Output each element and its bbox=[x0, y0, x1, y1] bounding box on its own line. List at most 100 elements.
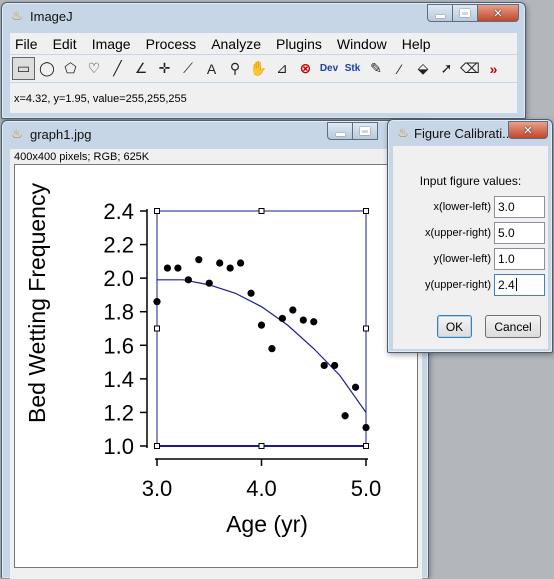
input-value: 3.0 bbox=[498, 200, 515, 214]
calibration-dialog: ♨ Figure Calibrati... ✕ Input figure val… bbox=[387, 119, 553, 353]
data-point bbox=[226, 264, 234, 272]
menu-file[interactable]: File bbox=[15, 36, 38, 52]
calibration-row: y(upper-right) 2.4 bbox=[393, 274, 548, 296]
freehand-tool-icon[interactable]: ♡ bbox=[83, 57, 106, 80]
close-icon: ✕ bbox=[493, 7, 503, 20]
menu-process[interactable]: Process bbox=[146, 36, 197, 52]
menu-analyze[interactable]: Analyze bbox=[211, 36, 261, 52]
y-tick-label: 2.2 bbox=[103, 233, 134, 258]
selection-handle bbox=[363, 443, 369, 449]
maximize-button[interactable] bbox=[452, 4, 478, 22]
maximize-button[interactable] bbox=[352, 122, 378, 140]
calibration-input[interactable]: 3.0 bbox=[494, 196, 545, 218]
calibration-input[interactable]: 5.0 bbox=[494, 222, 545, 244]
menu-help[interactable]: Help bbox=[402, 36, 431, 52]
selection-handle bbox=[154, 208, 160, 214]
y-axis-label: Bed Wetting Frequency bbox=[24, 183, 50, 423]
calibration-row: x(lower-left) 3.0 bbox=[393, 196, 548, 218]
data-point bbox=[289, 306, 297, 314]
image-titlebar[interactable]: ♨ graph1.jpg bbox=[2, 121, 428, 147]
image-canvas[interactable]: Bed Wetting Frequency Age (yr) 1.0 1.2 1.4… bbox=[14, 164, 418, 568]
minimize-button[interactable] bbox=[427, 4, 453, 22]
data-point bbox=[331, 361, 339, 370]
menu-edit[interactable]: Edit bbox=[53, 36, 77, 52]
calibration-input[interactable]: 2.4 bbox=[494, 274, 545, 296]
selection-handle bbox=[154, 443, 160, 449]
data-point bbox=[351, 383, 360, 391]
data-point bbox=[237, 259, 245, 267]
data-point bbox=[184, 276, 192, 284]
data-point bbox=[205, 279, 213, 287]
data-point bbox=[247, 289, 255, 297]
window-title: ImageJ bbox=[30, 9, 73, 24]
y-tick-label: 1.0 bbox=[103, 434, 134, 459]
toolbar: ▭ ◯ ⬠ ♡ ╱ ∠ ✛ ⟋ A ⚲ ✋ ⊿ ⊗ Dev Stk ✎ ⁄ ⬙ ➚ ⌫» bbox=[10, 55, 517, 82]
maximize-icon bbox=[460, 9, 470, 17]
eraser-tool-icon[interactable]: ⌫ bbox=[459, 57, 482, 80]
polygon-tool-icon[interactable]: ⬠ bbox=[59, 57, 82, 80]
data-point bbox=[278, 314, 286, 323]
hand-tool-icon[interactable]: ✋ bbox=[247, 57, 270, 80]
y-tick-label: 2.4 bbox=[103, 199, 134, 224]
data-point bbox=[195, 256, 203, 264]
graph-image: Bed Wetting Frequency Age (yr) 1.0 1.2 1.4… bbox=[24, 183, 382, 537]
calibration-input[interactable]: 1.0 bbox=[494, 248, 545, 270]
selection-handle bbox=[363, 208, 369, 214]
image-window: ♨ graph1.jpg 400x400 pixels; RGB; 625K B… bbox=[1, 120, 429, 579]
oval-tool-icon[interactable]: ◯ bbox=[36, 57, 59, 80]
y-tick-label: 1.6 bbox=[103, 333, 134, 358]
selection-handle bbox=[363, 325, 369, 332]
input-value: 2.4 bbox=[498, 278, 515, 292]
fit-curve bbox=[157, 279, 367, 413]
imagej-logo-icon: ♨ bbox=[397, 125, 409, 140]
dropper-tool-icon[interactable]: ⊿ bbox=[271, 57, 294, 80]
brush-tool-icon[interactable]: ⁄ bbox=[388, 57, 411, 80]
minimize-button[interactable] bbox=[327, 122, 353, 140]
dialog-heading: Input figure values: bbox=[419, 174, 522, 188]
status-bar: x=4.32, y=1.95, value=255,255,255 bbox=[10, 83, 517, 113]
field-label: y(upper-right) bbox=[424, 279, 491, 291]
data-point bbox=[341, 412, 349, 420]
y-tick-label: 1.2 bbox=[103, 400, 134, 425]
dev-tool-icon[interactable]: Dev bbox=[318, 57, 341, 80]
calibration-row: y(lower-left) 1.0 bbox=[393, 248, 548, 270]
data-point bbox=[153, 298, 161, 306]
data-point bbox=[216, 259, 224, 267]
data-point bbox=[163, 264, 172, 272]
menu-image[interactable]: Image bbox=[92, 36, 131, 52]
cancel-button[interactable]: Cancel bbox=[485, 315, 541, 338]
arrow-tool-icon[interactable]: ➚ bbox=[435, 57, 458, 80]
angle-tool-icon[interactable]: ∠ bbox=[130, 57, 153, 80]
dialog-close-button[interactable]: ✕ bbox=[508, 121, 548, 139]
input-value: 1.0 bbox=[498, 252, 515, 266]
dialog-body: Input figure values: x(lower-left) 3.0 x(u… bbox=[393, 146, 548, 349]
imagej-window: ♨ ImageJ ✕ File Edit Image Process Analyze Pl… bbox=[1, 2, 526, 119]
data-point bbox=[299, 316, 307, 324]
wand-tool-icon[interactable]: ⟋ bbox=[177, 57, 200, 80]
data-point bbox=[310, 318, 318, 326]
text-tool-icon[interactable]: A bbox=[200, 57, 223, 80]
x-axis-label: Age (yr) bbox=[226, 511, 308, 537]
line-tool-icon[interactable]: ╱ bbox=[106, 57, 129, 80]
imagej-titlebar[interactable]: ♨ ImageJ ✕ bbox=[2, 3, 525, 29]
image-info: 400x400 pixels; RGB; 625K bbox=[14, 151, 150, 163]
magnifier-tool-icon[interactable]: ⚲ bbox=[224, 57, 247, 80]
stop-tool-icon[interactable]: ⊗ bbox=[294, 57, 317, 80]
menu-window[interactable]: Window bbox=[337, 36, 387, 52]
point-tool-icon[interactable]: ✛ bbox=[153, 57, 176, 80]
x-tick-label: 5.0 bbox=[351, 476, 382, 501]
image-window-title: graph1.jpg bbox=[30, 127, 92, 142]
ok-button[interactable]: OK bbox=[437, 315, 472, 338]
flood-fill-tool-icon[interactable]: ⬙ bbox=[412, 57, 435, 80]
dialog-titlebar[interactable]: ♨ Figure Calibrati... ✕ bbox=[388, 120, 552, 146]
stk-tool-icon[interactable]: Stk bbox=[341, 57, 364, 80]
rectangle-tool-icon[interactable]: ▭ bbox=[12, 57, 35, 80]
y-tick-label: 1.4 bbox=[103, 367, 134, 392]
imagej-logo-icon: ♨ bbox=[11, 8, 23, 23]
calibration-row: x(upper-right) 5.0 bbox=[393, 222, 548, 244]
pencil-tool-icon[interactable]: ✎ bbox=[365, 57, 388, 80]
close-button[interactable]: ✕ bbox=[477, 4, 519, 22]
menu-plugins[interactable]: Plugins bbox=[276, 36, 322, 52]
more-tools-icon[interactable]: » bbox=[482, 57, 505, 80]
imagej-logo-icon: ♨ bbox=[11, 126, 23, 141]
